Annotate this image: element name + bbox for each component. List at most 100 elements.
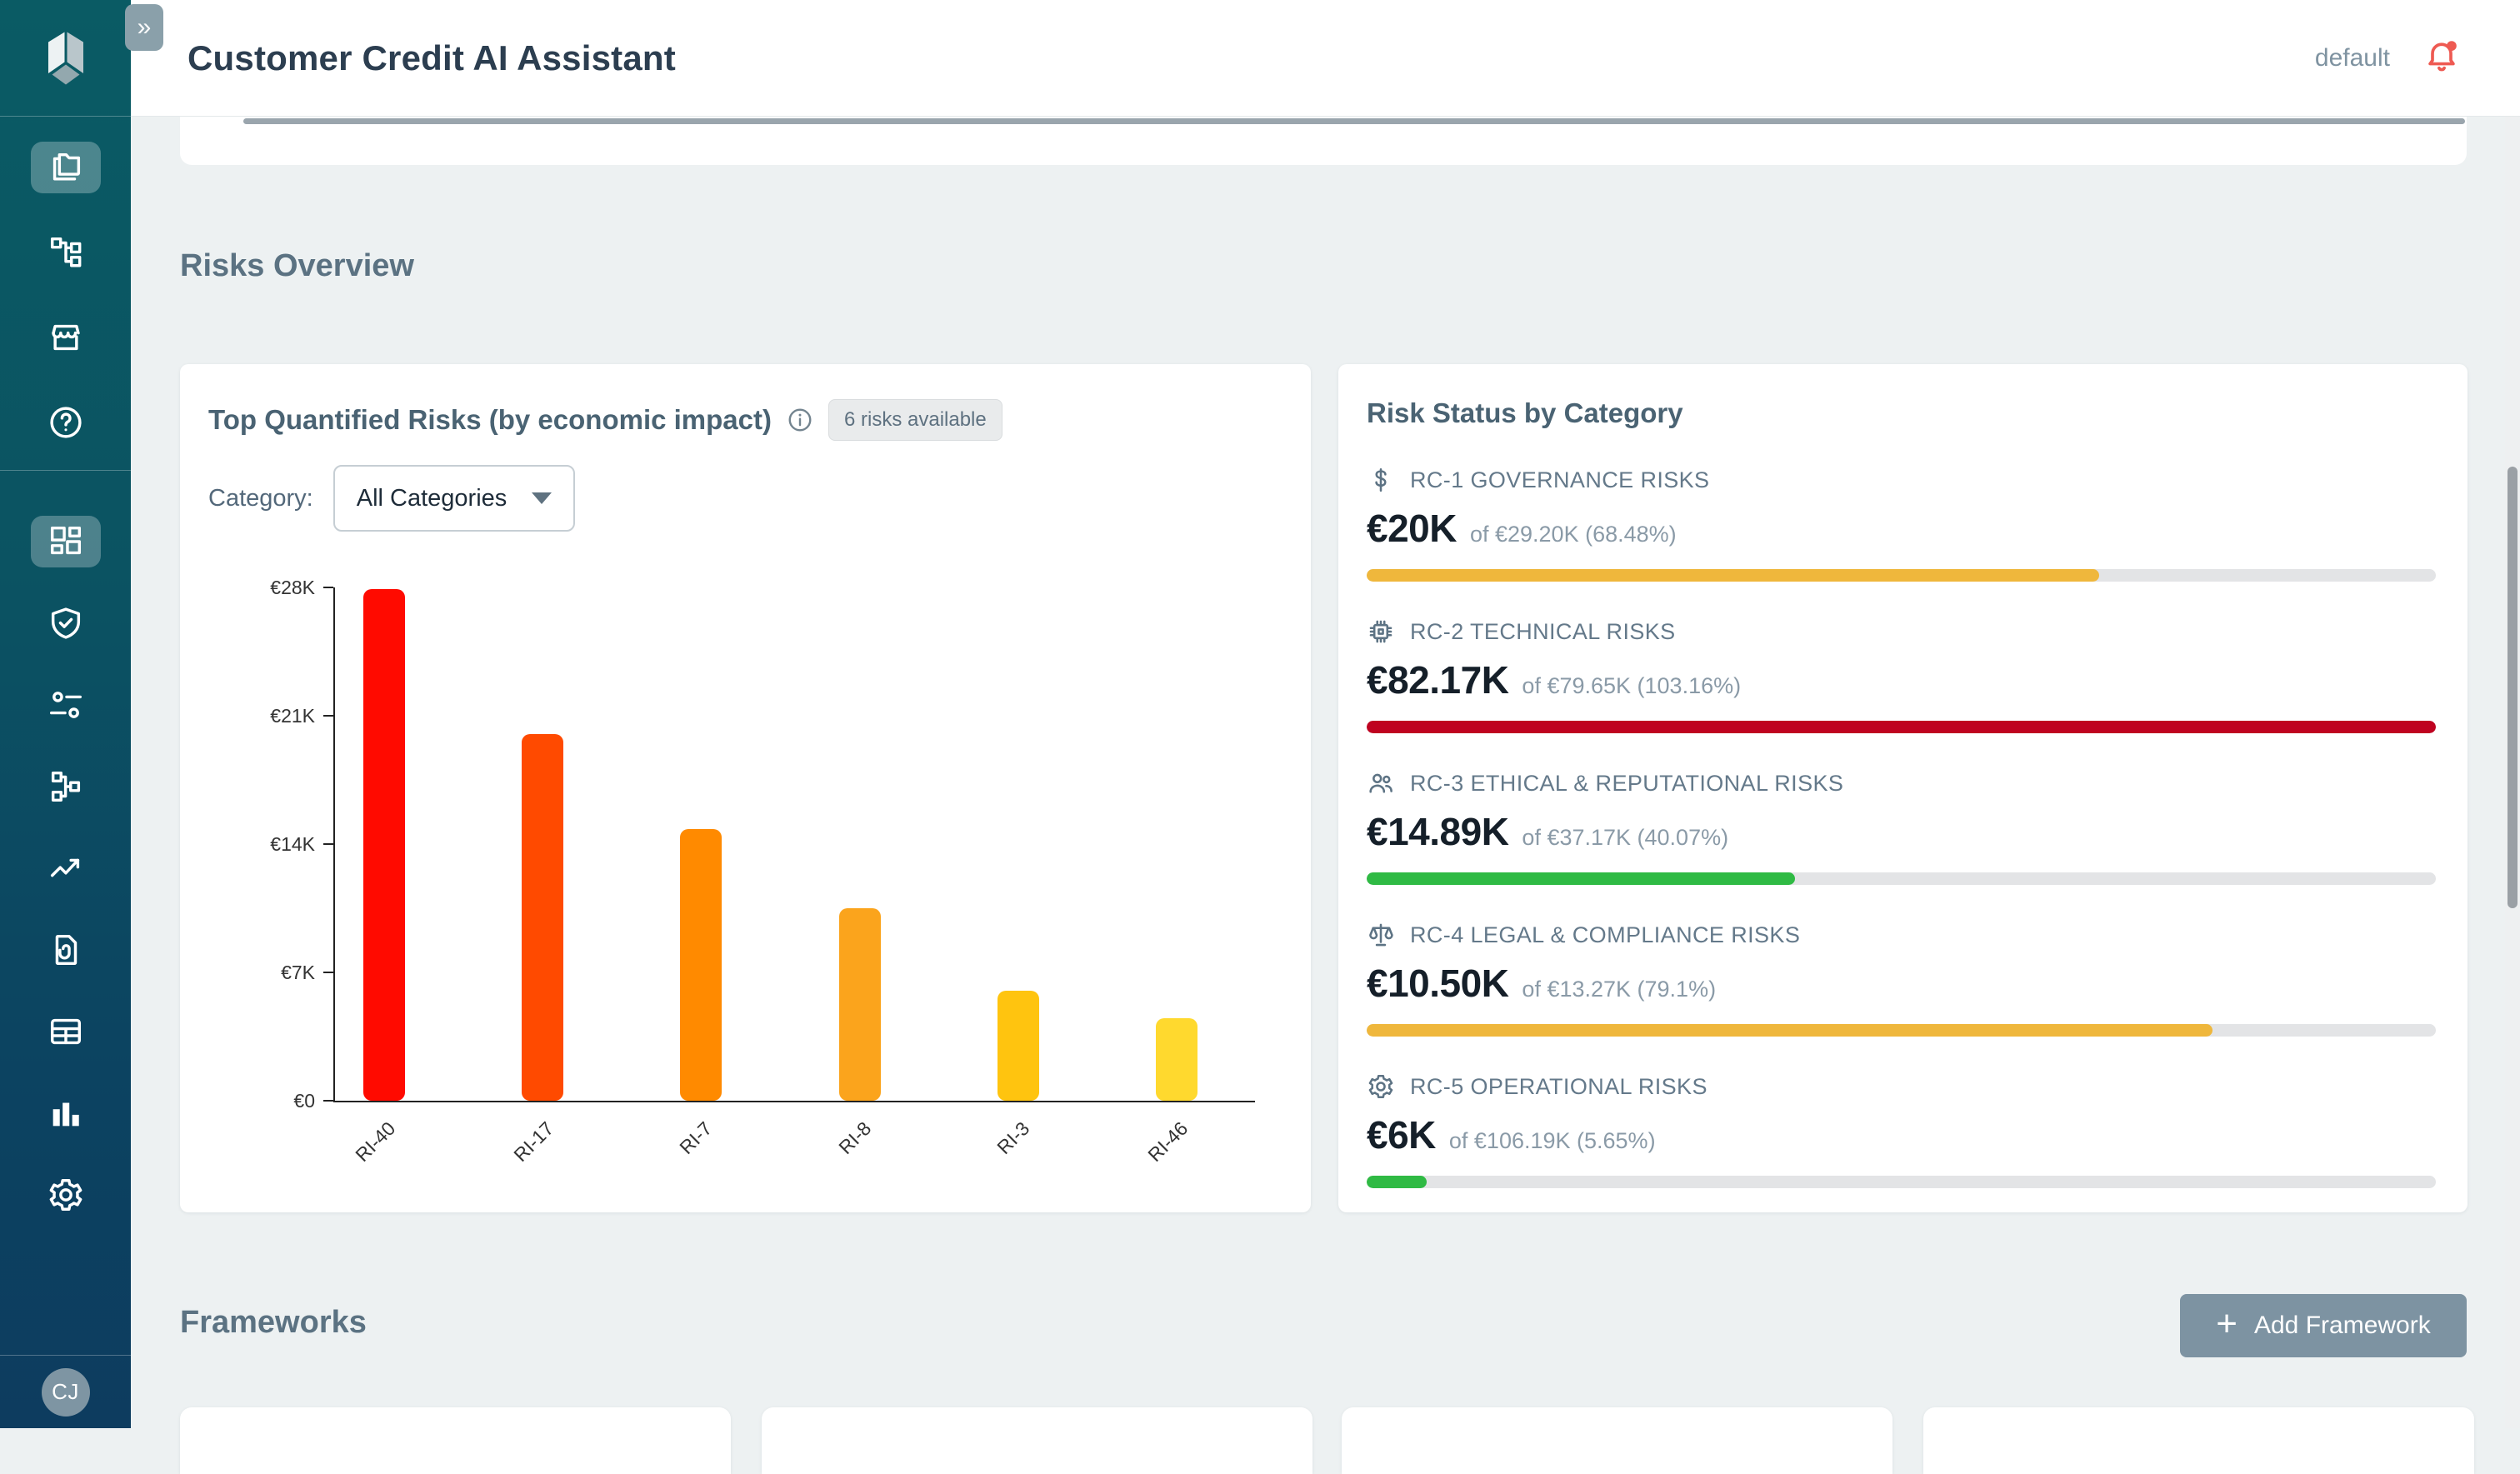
sidebar-item-folders[interactable] [31, 142, 101, 193]
plus-icon: + [2216, 1306, 2238, 1342]
risk-category-list: RC-1 GOVERNANCE RISKS €20K of €29.20K (6… [1367, 466, 2436, 1188]
risk-category-detail: of €29.20K (68.48%) [1470, 522, 1677, 547]
y-axis [333, 587, 335, 1101]
risk-category-row: RC-2 TECHNICAL RISKS €82.17K of €79.65K … [1367, 617, 2436, 733]
y-tick [323, 843, 333, 845]
add-framework-button[interactable]: + Add Framework [2180, 1294, 2467, 1357]
risk-progress-fill [1367, 569, 2099, 582]
chart-bar-RI-40 [363, 589, 405, 1101]
top-quantified-risks-card: Top Quantified Risks (by economic impact… [180, 364, 1311, 1212]
document-attachment-icon [47, 931, 85, 969]
sidebar-item-document-attachment[interactable] [31, 924, 101, 976]
framework-card[interactable] [180, 1407, 731, 1474]
sliders-icon [47, 686, 85, 724]
sidebar-item-dashboard[interactable] [31, 516, 101, 567]
sidebar-item-help[interactable] [31, 397, 101, 448]
x-tick-label: RI-7 [642, 1117, 718, 1192]
risk-progress-track [1367, 721, 2436, 733]
help-icon [47, 403, 85, 442]
people-icon [1367, 769, 1395, 797]
risk-progress-fill [1367, 1024, 2212, 1037]
sidebar: CJ [0, 0, 131, 1428]
user-avatar[interactable]: CJ [42, 1368, 90, 1417]
storefront-icon [47, 318, 85, 357]
page-title: Customer Credit AI Assistant [188, 38, 676, 78]
y-tick-label: €14K [215, 833, 315, 856]
sidebar-group-1 [0, 117, 131, 470]
sidebar-item-shield-check[interactable] [31, 597, 101, 649]
sidebar-group-2 [0, 470, 131, 1237]
risk-status-title: Risk Status by Category [1367, 397, 2436, 429]
risk-category-value: €14.89K [1367, 809, 1508, 854]
sidebar-item-workflow[interactable] [31, 227, 101, 278]
bar-chart-icon [47, 1094, 85, 1132]
risk-category-label: RC-5 OPERATIONAL RISKS [1410, 1074, 1708, 1100]
scrolled-card-remnant [180, 117, 2467, 165]
app-logo[interactable] [0, 0, 131, 117]
x-tick-label: RI-17 [483, 1117, 558, 1192]
bar-chart: €0 €7K €14K €21K €28K RI-40 RI-17 RI-7 RI-8 RI-3 R… [180, 364, 1311, 1212]
framework-card[interactable] [762, 1407, 1312, 1474]
risk-category-detail: of €106.19K (5.65%) [1449, 1128, 1656, 1154]
risk-category-value: €82.17K [1367, 657, 1508, 702]
risk-progress-track [1367, 569, 2436, 582]
notification-bell-icon[interactable] [2423, 37, 2460, 78]
risk-category-row: RC-1 GOVERNANCE RISKS €20K of €29.20K (6… [1367, 466, 2436, 582]
risk-category-label: RC-1 GOVERNANCE RISKS [1410, 467, 1709, 493]
sidebar-item-storefront[interactable] [31, 312, 101, 363]
cpu-icon [1367, 617, 1395, 646]
header: Customer Credit AI Assistant default [131, 0, 2520, 117]
workflow-icon [47, 233, 85, 272]
risk-progress-fill [1367, 721, 2436, 733]
table-icon [47, 1012, 85, 1051]
sidebar-item-gear[interactable] [31, 1169, 101, 1221]
risk-category-detail: of €37.17K (40.07%) [1522, 825, 1728, 851]
cube-logo-icon [38, 27, 93, 90]
y-tick [323, 972, 333, 973]
y-tick-label: €21K [215, 705, 315, 727]
risk-category-value: €20K [1367, 506, 1457, 551]
risk-progress-fill [1367, 872, 1795, 885]
risk-progress-track [1367, 872, 2436, 885]
risk-progress-fill [1367, 1176, 1427, 1188]
sidebar-item-trending-up[interactable] [31, 842, 101, 894]
trending-up-icon [47, 849, 85, 887]
chart-bar-RI-7 [680, 829, 722, 1101]
add-framework-label: Add Framework [2254, 1312, 2431, 1340]
risk-category-value: €6K [1367, 1112, 1436, 1157]
chart-bar-RI-17 [522, 734, 563, 1101]
chart-bar-RI-3 [998, 991, 1039, 1101]
framework-card[interactable] [1923, 1407, 2474, 1474]
risk-category-value: €10.50K [1367, 961, 1508, 1006]
risk-status-card: Risk Status by Category RC-1 GOVERNANCE … [1338, 364, 2468, 1212]
environment-selector[interactable]: default [2315, 44, 2390, 72]
sidebar-item-bar-chart[interactable] [31, 1087, 101, 1139]
framework-card[interactable] [1342, 1407, 1892, 1474]
risk-category-detail: of €13.27K (79.1%) [1522, 977, 1716, 1002]
sidebar-expand-button[interactable]: » [125, 4, 163, 51]
chart-bar-RI-8 [839, 908, 881, 1101]
x-tick-label: RI-40 [325, 1117, 400, 1192]
risks-overview-heading: Risks Overview [180, 248, 414, 284]
hierarchy-icon [47, 767, 85, 806]
scales-icon [1367, 921, 1395, 949]
y-tick-label: €0 [215, 1090, 315, 1112]
risk-category-row: RC-3 ETHICAL & REPUTATIONAL RISKS €14.89… [1367, 769, 2436, 885]
x-tick-label: RI-46 [1118, 1117, 1192, 1192]
horizontal-scrollbar[interactable] [243, 118, 2465, 124]
gear-small-icon [1367, 1072, 1395, 1101]
sidebar-item-table[interactable] [31, 1006, 101, 1057]
avatar-box: CJ [0, 1355, 131, 1428]
x-tick-label: RI-3 [959, 1117, 1034, 1192]
chart-bar-RI-46 [1156, 1018, 1198, 1101]
x-tick-label: RI-8 [801, 1117, 876, 1192]
sidebar-item-sliders[interactable] [31, 679, 101, 731]
main-content: Risks Overview Top Quantified Risks (by … [131, 117, 2520, 1428]
risk-category-label: RC-3 ETHICAL & REPUTATIONAL RISKS [1410, 771, 1843, 797]
sidebar-item-hierarchy[interactable] [31, 761, 101, 812]
page-scrollbar-thumb[interactable] [2508, 467, 2518, 908]
y-tick [323, 587, 333, 588]
dashboard-icon [47, 522, 85, 561]
y-tick-label: €28K [215, 577, 315, 599]
y-tick-label: €7K [215, 962, 315, 984]
